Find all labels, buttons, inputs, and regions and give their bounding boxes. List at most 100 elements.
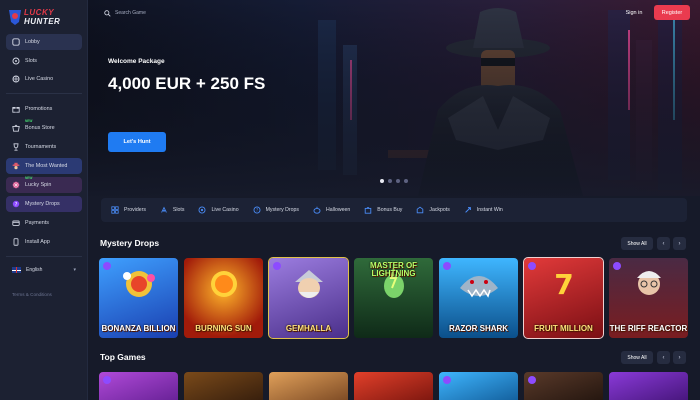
new-badge: NEW xyxy=(25,119,33,123)
category-instant-win[interactable]: Instant Win xyxy=(464,206,503,214)
sidebar-divider xyxy=(6,256,82,257)
sidebar-item-lucky-spin[interactable]: NEW Lucky Spin xyxy=(6,176,82,193)
mystery-badge-icon xyxy=(103,376,111,384)
carousel-dot[interactable] xyxy=(396,179,400,183)
brand-logo[interactable]: LUCKY HUNTER xyxy=(8,6,68,30)
mystery-badge-icon xyxy=(443,262,451,270)
sidebar-item-most-wanted[interactable]: The Most Wanted xyxy=(6,158,82,174)
game-tile[interactable] xyxy=(524,372,603,400)
sidebar-item-label: Live Casino xyxy=(25,76,54,82)
bonus-store-icon xyxy=(12,124,20,132)
payments-icon xyxy=(12,220,20,226)
mystery-badge-icon xyxy=(528,376,536,384)
game-tile[interactable]: THE RIFF REACTOR xyxy=(609,258,688,338)
game-tile[interactable] xyxy=(439,372,518,400)
instant-win-icon xyxy=(465,207,471,213)
category-jackpots[interactable]: Jackpots xyxy=(416,206,450,214)
game-art xyxy=(122,271,155,297)
sidebar-item-bonus-store[interactable]: NEW Bonus Store xyxy=(6,119,82,136)
mystery-drops-icon: ? xyxy=(12,200,20,208)
sign-in-button[interactable]: Sign in xyxy=(619,6,649,20)
category-label: Instant Win xyxy=(476,207,503,213)
game-tile[interactable]: 7 FRUIT MILLION xyxy=(523,257,604,339)
game-title: RAZOR SHARK xyxy=(448,324,509,333)
prev-arrow-button[interactable]: ‹ xyxy=(657,351,670,364)
mystery-badge-icon xyxy=(443,376,451,384)
show-all-button[interactable]: Show All xyxy=(621,237,653,250)
sidebar: LUCKY HUNTER Lobby Slots Live Casino Pro… xyxy=(0,0,88,400)
language-label: English xyxy=(26,267,43,273)
chevron-down-icon: ▾ xyxy=(73,267,76,273)
mystery-badge-icon xyxy=(528,262,536,270)
game-tile[interactable] xyxy=(99,372,178,400)
bonus-buy-icon xyxy=(365,207,372,214)
lobby-icon xyxy=(12,38,20,46)
game-title: THE RIFF REACTOR xyxy=(609,324,688,333)
section-title-mystery-drops: Mystery Drops xyxy=(100,238,160,248)
wanted-icon xyxy=(12,162,20,170)
chevron-left-icon: ‹ xyxy=(662,240,665,247)
game-tile[interactable]: BURNING SUN xyxy=(184,258,263,338)
sidebar-item-lobby[interactable]: Lobby xyxy=(6,34,82,50)
carousel-dot[interactable] xyxy=(404,179,408,183)
sidebar-item-promotions[interactable]: Promotions xyxy=(6,101,82,117)
show-all-button[interactable]: Show All xyxy=(621,351,653,364)
category-providers[interactable]: Providers xyxy=(111,206,146,214)
game-art xyxy=(636,271,661,295)
chevron-right-icon: › xyxy=(678,240,681,247)
sidebar-item-install-app[interactable]: Install App xyxy=(6,234,82,250)
game-tile[interactable] xyxy=(354,372,433,400)
game-tile[interactable]: BONANZA BILLION xyxy=(99,258,178,338)
sidebar-item-mystery-drops[interactable]: ? Mystery Drops xyxy=(6,196,82,212)
game-tile[interactable]: GEMHALLA xyxy=(268,257,349,339)
sidebar-item-tournaments[interactable]: Tournaments xyxy=(6,139,82,155)
game-art: 7 xyxy=(554,268,573,301)
sidebar-item-label: Mystery Drops xyxy=(25,201,60,207)
game-tile[interactable] xyxy=(269,372,348,400)
next-arrow-button[interactable]: › xyxy=(673,351,686,364)
game-title: FRUIT MILLION xyxy=(534,324,593,333)
chevron-left-icon: ‹ xyxy=(662,354,665,361)
svg-text:?: ? xyxy=(256,208,258,213)
category-mystery-drops[interactable]: ? Mystery Drops xyxy=(253,206,299,214)
install-app-icon xyxy=(13,238,19,246)
mystery-badge-icon xyxy=(273,262,281,270)
category-slots[interactable]: Slots xyxy=(160,206,185,214)
spin-icon xyxy=(12,181,20,189)
sidebar-item-label: The Most Wanted xyxy=(25,163,68,169)
promotions-icon xyxy=(12,107,20,113)
category-label: Providers xyxy=(124,207,146,213)
slots-icon xyxy=(161,206,167,213)
sidebar-divider xyxy=(6,93,82,94)
sidebar-item-label: Tournaments xyxy=(25,144,57,150)
sidebar-item-slots[interactable]: Slots xyxy=(6,53,82,69)
game-title: MASTER OF LIGHTNING xyxy=(369,261,418,278)
game-tile[interactable]: MASTER OF LIGHTNING xyxy=(354,258,433,338)
category-bonus-buy[interactable]: Bonus Buy xyxy=(364,206,402,214)
terms-link[interactable]: Terms & Conditions xyxy=(12,292,52,297)
search-input[interactable]: Search Game xyxy=(101,6,171,20)
register-button[interactable]: Register xyxy=(654,5,690,20)
category-label: Slots xyxy=(172,207,185,213)
sidebar-item-payments[interactable]: Payments xyxy=(6,215,82,231)
section-title-top-games: Top Games xyxy=(100,352,146,362)
live-casino-icon xyxy=(198,206,206,214)
category-live-casino[interactable]: Live Casino xyxy=(198,206,239,214)
lets-hunt-button[interactable]: Let's Hunt xyxy=(108,132,166,152)
carousel-dot[interactable] xyxy=(388,179,392,183)
carousel-dot[interactable] xyxy=(380,179,384,183)
game-title: BURNING SUN xyxy=(195,324,252,333)
sidebar-item-live-casino[interactable]: Live Casino xyxy=(6,71,82,87)
game-tile[interactable]: RAZOR SHARK xyxy=(439,258,518,338)
sidebar-item-label: Bonus Store xyxy=(25,125,55,131)
hero-background xyxy=(88,0,700,196)
language-select[interactable]: English ▾ xyxy=(6,262,82,278)
game-tile[interactable] xyxy=(609,372,688,400)
next-arrow-button[interactable]: › xyxy=(673,237,686,250)
game-art xyxy=(210,271,237,297)
slots-icon xyxy=(12,57,20,65)
category-halloween[interactable]: Halloween xyxy=(313,206,350,214)
game-tile[interactable] xyxy=(184,372,263,400)
hero-banner: Welcome Package 4,000 EUR + 250 FS Let's… xyxy=(88,0,700,196)
prev-arrow-button[interactable]: ‹ xyxy=(657,237,670,250)
